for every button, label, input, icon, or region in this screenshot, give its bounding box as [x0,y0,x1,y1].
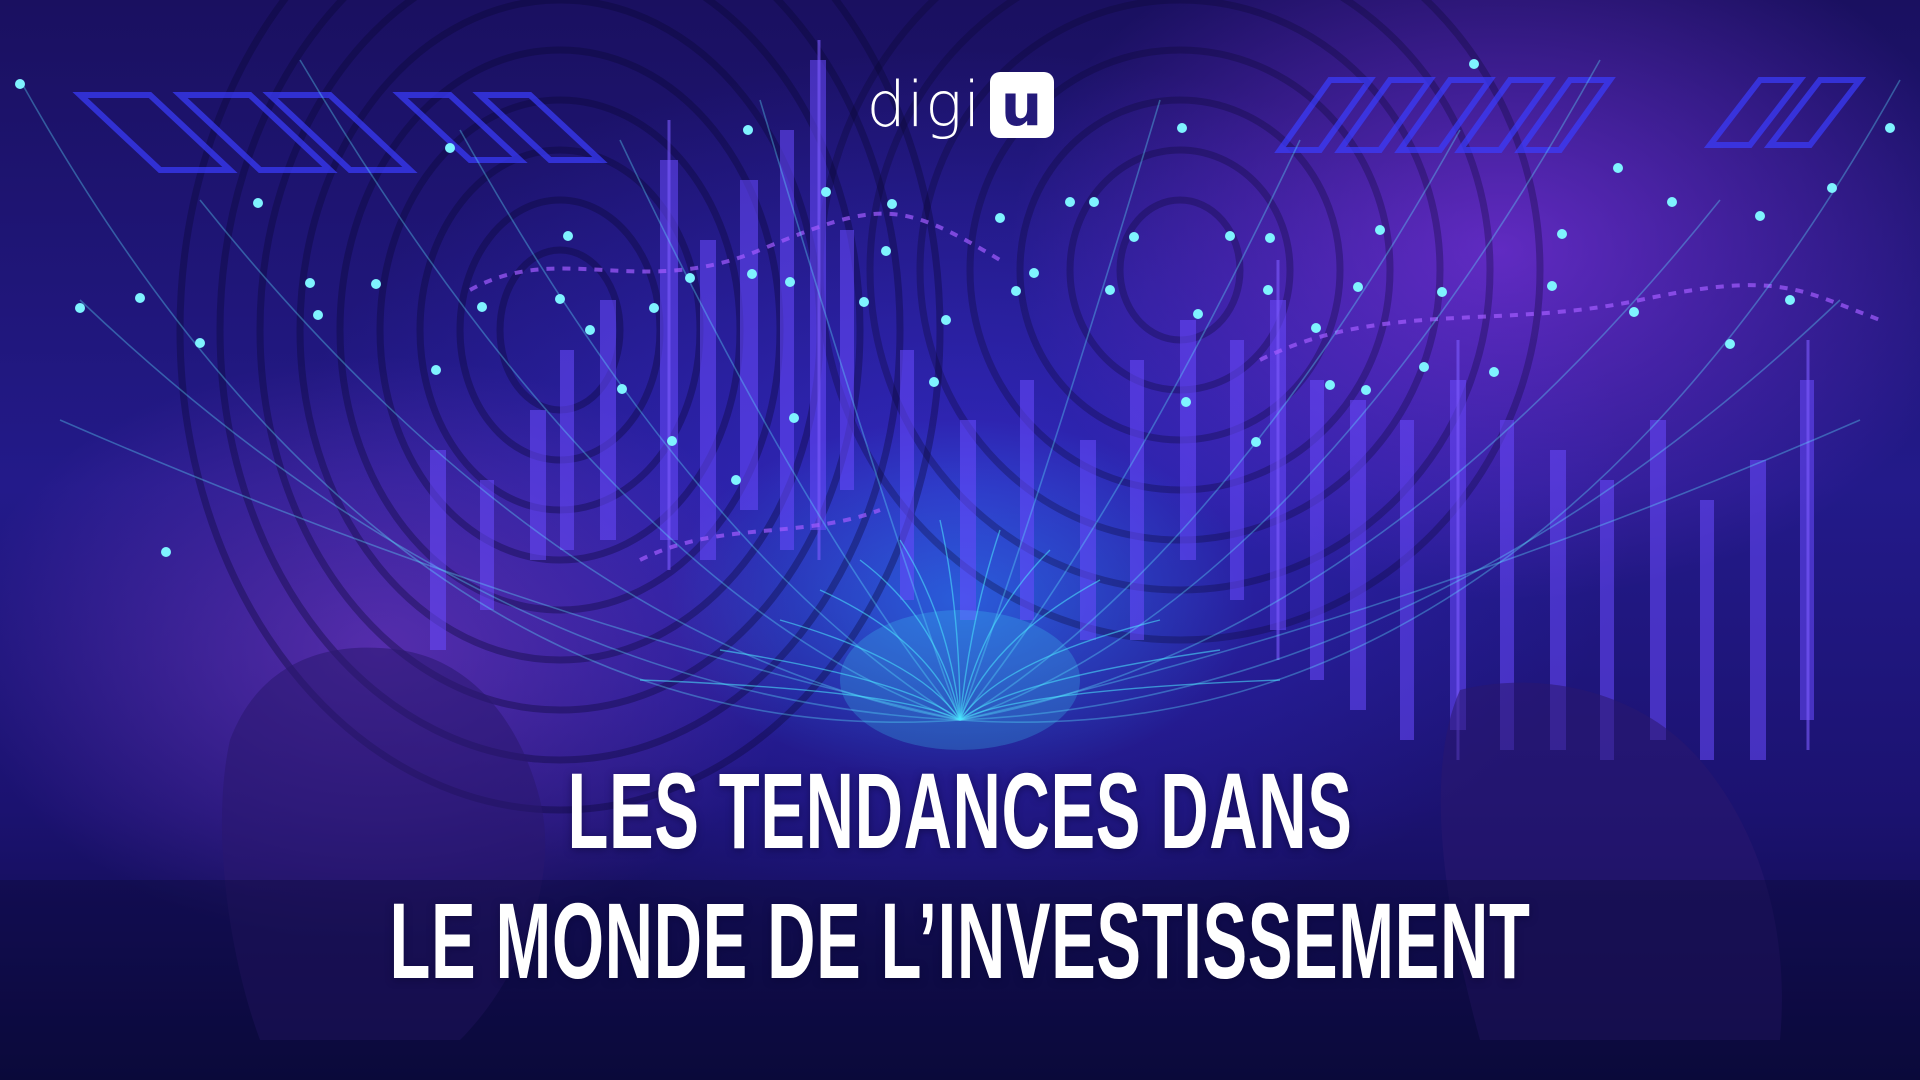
logo-word: digi [866,68,982,141]
headline-line-2: LE MONDE DE L’INVESTISSEMENT [389,880,1531,1001]
headline-line-1: LES TENDANCES DANS [567,750,1353,871]
fan-glow [840,610,1080,750]
logo-box-u: u [989,72,1054,138]
digiu-logo: digi u [0,72,1920,138]
hero-banner: digi u LES TENDANCES DANS LE MONDE DE L’… [0,0,1920,1080]
